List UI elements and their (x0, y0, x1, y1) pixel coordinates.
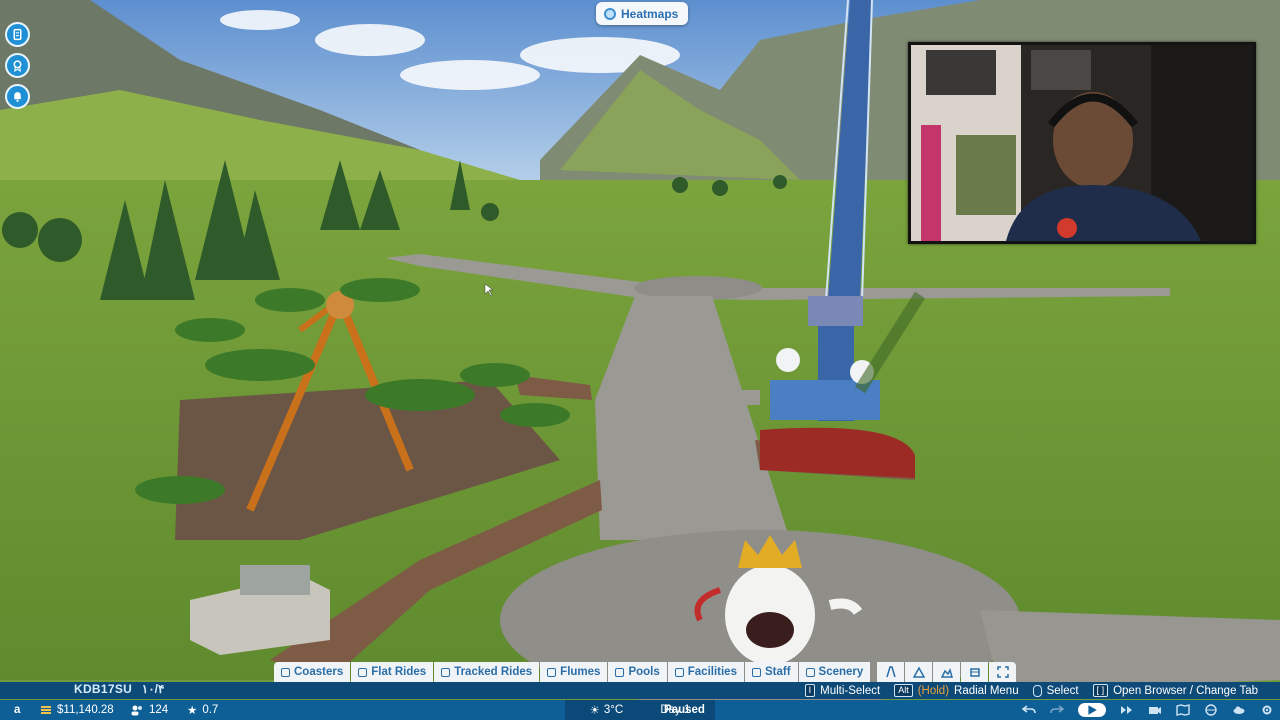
staff-icon (751, 667, 761, 677)
park-rating[interactable]: ★ 0.7 (187, 700, 218, 720)
game-controls (1022, 700, 1274, 720)
bracket-key-icon: I (804, 684, 816, 697)
hint-multiselect: I Multi-Select (804, 684, 881, 697)
hint-select: Select (1032, 684, 1079, 697)
weather-cloud-icon[interactable] (1232, 704, 1246, 716)
blueprint-tool-icon[interactable] (961, 662, 989, 682)
player-badge[interactable]: a (14, 700, 20, 720)
money-value: $11,140.28 (57, 704, 114, 716)
star-icon: ★ (187, 705, 198, 717)
coaster-icon (281, 667, 290, 677)
tab-coasters[interactable]: Coasters (274, 662, 351, 682)
tab-label: Pools (628, 666, 660, 678)
tab-staff[interactable]: Staff (744, 662, 798, 682)
player-initial: a (14, 704, 21, 716)
tab-label: Flat Rides (371, 666, 427, 678)
temperature-value: 3°C (603, 704, 624, 716)
tab-label: Tracked Rides (454, 666, 533, 678)
hint-open-browser: [ ] Open Browser / Change Tab (1092, 684, 1258, 697)
rating-value: 0.7 (202, 704, 219, 716)
guest-count[interactable]: 124 (130, 700, 168, 720)
tab-flumes[interactable]: Flumes (540, 662, 608, 682)
globe-icon[interactable] (1204, 704, 1218, 716)
settings-gear-icon[interactable] (1260, 704, 1274, 716)
camera-icon[interactable] (1148, 704, 1162, 716)
objectives-icon[interactable] (5, 22, 30, 47)
tab-label: Scenery (818, 666, 864, 678)
weather[interactable]: ☀ 3°C (590, 703, 624, 717)
tab-label: Flumes (560, 666, 601, 678)
money-stack-icon (41, 706, 51, 714)
map-icon[interactable] (1176, 704, 1190, 716)
hint-label: Select (1046, 684, 1079, 697)
path-tool-icon[interactable] (877, 662, 905, 682)
paused-indicator: Paused (664, 700, 705, 720)
tab-label: Facilities (687, 666, 737, 678)
mouse-left-icon (1032, 684, 1042, 697)
webcam-overlay (908, 42, 1256, 244)
terrain-tool-icon[interactable] (905, 662, 933, 682)
heatmaps-label: Heatmaps (621, 6, 679, 21)
hint-label: Open Browser / Change Tab (1113, 684, 1258, 697)
tab-scenery[interactable]: Scenery (798, 662, 871, 682)
guests-value: 124 (149, 704, 169, 716)
play-button[interactable] (1078, 703, 1106, 717)
hint-label: Multi-Select (820, 684, 881, 697)
tracked-ride-icon (441, 667, 451, 677)
pool-icon (615, 667, 625, 677)
undo-icon[interactable] (1022, 704, 1036, 716)
tab-facilities[interactable]: Facilities (667, 662, 744, 682)
guests-icon (131, 705, 142, 716)
build-category-bar: Coasters Flat Rides Tracked Rides Flumes… (274, 662, 1017, 682)
landscape-tool-icon[interactable] (933, 662, 961, 682)
play-icon (1088, 705, 1097, 715)
tab-pools[interactable]: Pools (608, 662, 667, 682)
notification-bell-icon[interactable] (5, 84, 30, 109)
heatmap-icon (604, 7, 616, 20)
hold-label: (Hold) (917, 684, 950, 697)
game-state: Paused (664, 704, 705, 716)
fast-forward-icon[interactable] (1120, 704, 1134, 716)
scenery-icon (805, 667, 815, 677)
redo-icon[interactable] (1050, 704, 1064, 716)
tab-flat-rides[interactable]: Flat Rides (351, 662, 434, 682)
hint-radial-menu: Alt (Hold) Radial Menu (894, 684, 1019, 697)
award-icon[interactable] (5, 53, 30, 78)
facility-icon (674, 667, 684, 677)
tab-tracked-rides[interactable]: Tracked Rides (434, 662, 540, 682)
watermark-text: KDB17SU (74, 682, 133, 696)
flume-icon (547, 667, 557, 677)
bracket-keys-icon: [ ] (1092, 684, 1109, 697)
heatmaps-button[interactable]: Heatmaps (596, 2, 689, 25)
watermark-extra: ۱۰/۴ (141, 682, 165, 696)
build-tools (877, 662, 1017, 682)
park-money[interactable]: $11,140.28 (40, 700, 114, 720)
tab-label: Coasters (294, 666, 344, 678)
sun-icon: ☀ (589, 705, 600, 717)
fullscreen-icon[interactable] (989, 662, 1017, 682)
hint-label: Radial Menu (954, 684, 1019, 697)
alt-key: Alt (894, 684, 913, 697)
status-bar: a $11,140.28 124 ★ 0.7 ☀ 3°C Day 1 Pause… (0, 700, 1280, 720)
flat-ride-icon (358, 667, 368, 677)
quick-access-panel (5, 22, 30, 109)
stream-watermark: KDB17SU ۱۰/۴ (74, 682, 164, 696)
tab-label: Staff (764, 666, 791, 678)
control-hints: I Multi-Select Alt (Hold) Radial Menu Se… (804, 682, 1258, 699)
